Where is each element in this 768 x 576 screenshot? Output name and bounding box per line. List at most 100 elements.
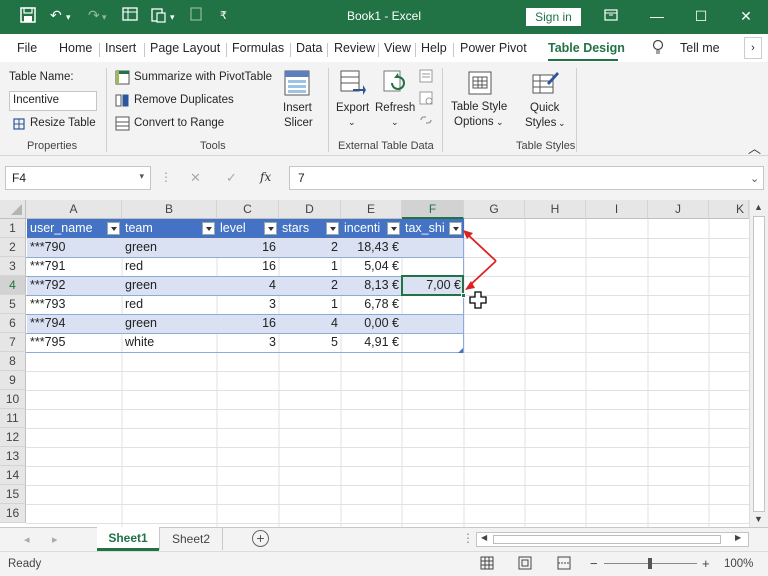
cell-b5[interactable]: red [122,295,217,314]
cell-a4[interactable]: ***792 [27,276,122,295]
redo-dropdown-icon[interactable]: ▾ [102,12,107,23]
blank-doc-icon[interactable] [190,7,202,24]
cell-e2[interactable]: 18,43 € [341,238,402,257]
row-header-4[interactable]: 4 [0,276,26,295]
vertical-scrollbar[interactable]: ▲ ▼ [749,200,768,527]
name-box[interactable]: F4 ▾ [5,166,151,190]
row-header-2[interactable]: 2 [0,238,26,257]
add-sheet-icon[interactable]: + [252,530,269,547]
cancel-entry-icon[interactable]: ✕ [190,170,201,186]
tab-view[interactable]: View [384,41,411,55]
normal-view-icon[interactable] [480,556,494,573]
open-in-browser-icon[interactable] [418,90,434,109]
row-header-8[interactable]: 8 [0,352,26,371]
name-box-dropdown-icon[interactable]: ▾ [139,171,144,182]
tell-me-search[interactable]: Tell me [680,41,720,55]
paste-dropdown-icon[interactable]: ▾ [170,12,175,23]
maximize-icon[interactable]: ☐ [686,6,716,26]
cell-f7[interactable] [402,333,464,352]
tab-table-design[interactable]: Table Design [548,41,625,55]
page-layout-view-icon[interactable] [518,556,532,573]
tab-data[interactable]: Data [296,41,322,55]
cell-f3[interactable] [402,257,464,276]
cell-c2[interactable]: 16 [217,238,279,257]
filter-dropdown-icon[interactable] [387,222,400,235]
tab-review[interactable]: Review [334,41,375,55]
sign-in-button[interactable]: Sign in [526,8,581,26]
tab-home[interactable]: Home [59,41,92,55]
row-header-10[interactable]: 10 [0,390,26,409]
row-header-5[interactable]: 5 [0,295,26,314]
cell-a7[interactable]: ***795 [27,333,122,352]
vertical-scroll-thumb[interactable] [753,216,765,512]
horizontal-scroll-thumb[interactable] [493,535,721,544]
minimize-icon[interactable]: — [642,6,672,26]
summarize-pivot-button[interactable]: Summarize with PivotTable [134,71,272,83]
horizontal-scrollbar[interactable]: ◀ ▶ [476,532,749,547]
column-header-g[interactable]: G [464,200,525,219]
cell-a6[interactable]: ***794 [27,314,122,333]
column-header-a[interactable]: A [26,200,122,219]
cell-d5[interactable]: 1 [279,295,341,314]
zoom-slider-thumb[interactable] [648,558,652,569]
cell-b7[interactable]: white [122,333,217,352]
column-header-d[interactable]: D [279,200,341,219]
lightbulb-icon[interactable] [652,39,664,58]
resize-table-button[interactable]: Resize Table [30,117,96,129]
cell-d4[interactable]: 2 [279,276,341,295]
convert-range-button[interactable]: Convert to Range [134,117,224,129]
unlink-icon[interactable] [418,112,434,131]
insert-function-icon[interactable]: fx [260,170,271,184]
tab-help[interactable]: Help [421,41,447,55]
column-header-c[interactable]: C [217,200,279,219]
row-header-13[interactable]: 13 [0,447,26,466]
column-header-e[interactable]: E [341,200,402,219]
cell-b4[interactable]: green [122,276,217,295]
cell-f6[interactable] [402,314,464,333]
refresh-button[interactable]: Refresh [375,102,415,114]
cell-d3[interactable]: 1 [279,257,341,276]
save-icon[interactable] [20,7,36,26]
filter-dropdown-icon[interactable] [326,222,339,235]
sheet-tab-sheet1[interactable]: Sheet1 [97,527,159,551]
row-header-7[interactable]: 7 [0,333,26,352]
expand-formula-bar-icon[interactable]: ⌄ [750,172,759,185]
sheet-scroll-left-icon[interactable]: ◂ [24,533,30,546]
sheet-scroll-right-icon[interactable]: ▸ [52,533,58,546]
cell-b2[interactable]: green [122,238,217,257]
form-icon[interactable] [122,7,138,24]
row-header-3[interactable]: 3 [0,257,26,276]
column-header-i[interactable]: I [586,200,648,219]
table-style-options-label-2[interactable]: Options [454,116,494,128]
page-break-view-icon[interactable] [557,556,571,573]
filter-dropdown-icon[interactable] [202,222,215,235]
close-icon[interactable]: ✕ [731,6,761,26]
hscroll-left-icon[interactable]: ◀ [481,533,487,542]
cell-d7[interactable]: 5 [279,333,341,352]
tab-file[interactable]: File [17,41,37,55]
column-header-b[interactable]: B [122,200,217,219]
paste-values-icon[interactable] [150,7,166,26]
cell-d2[interactable]: 2 [279,238,341,257]
cell-e7[interactable]: 4,91 € [341,333,402,352]
cell-c6[interactable]: 16 [217,314,279,333]
scroll-down-icon[interactable]: ▼ [754,514,763,524]
scroll-up-icon[interactable]: ▲ [754,202,763,212]
tab-formulas[interactable]: Formulas [232,41,284,55]
cell-d6[interactable]: 4 [279,314,341,333]
cell-e3[interactable]: 5,04 € [341,257,402,276]
cell-e5[interactable]: 6,78 € [341,295,402,314]
export-button[interactable]: Export [336,102,369,114]
confirm-entry-icon[interactable]: ✓ [226,170,237,186]
formula-input[interactable]: 7 [289,166,764,190]
cell-c4[interactable]: 4 [217,276,279,295]
row-header-15[interactable]: 15 [0,485,26,504]
cell-b3[interactable]: red [122,257,217,276]
tab-page-layout[interactable]: Page Layout [150,41,220,55]
undo-icon[interactable]: ↶ [50,7,62,24]
row-header-6[interactable]: 6 [0,314,26,333]
row-header-12[interactable]: 12 [0,428,26,447]
cell-c3[interactable]: 16 [217,257,279,276]
cell-b6[interactable]: green [122,314,217,333]
cell-a3[interactable]: ***791 [27,257,122,276]
